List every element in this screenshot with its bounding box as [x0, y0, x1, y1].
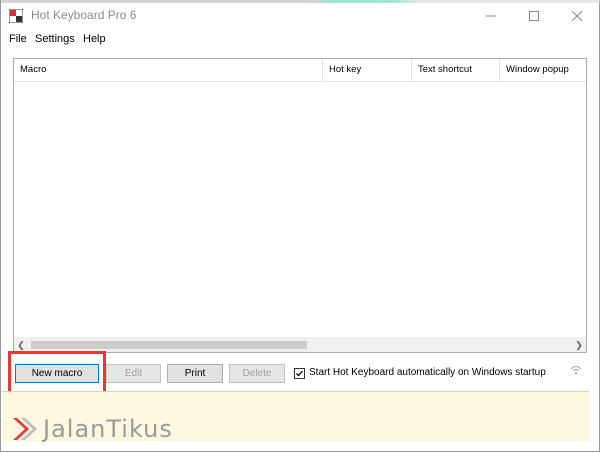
macro-list[interactable]: Macro Hot key Text shortcut Window popup… — [13, 58, 587, 353]
column-header-window-popup[interactable]: Window popup — [500, 59, 586, 81]
watermark: JalanTikus — [11, 413, 173, 445]
column-header-macro[interactable]: Macro — [14, 59, 323, 81]
menu-settings[interactable]: Settings — [35, 33, 75, 45]
print-label: Print — [184, 368, 206, 379]
horizontal-scrollbar[interactable]: ❮ ❯ — [14, 337, 586, 352]
delete-button[interactable]: Delete — [229, 364, 285, 383]
checkmark-icon — [296, 370, 303, 377]
edit-button[interactable]: Edit — [106, 364, 161, 383]
menu-help[interactable]: Help — [83, 33, 106, 45]
minimize-button[interactable] — [471, 0, 511, 32]
menu-file[interactable]: File — [9, 33, 27, 45]
wifi-icon — [570, 365, 582, 375]
title-bar[interactable]: Hot Keyboard Pro 6 — [1, 0, 599, 32]
edit-label: Edit — [124, 368, 143, 379]
minimize-icon — [486, 15, 496, 17]
startup-checkbox[interactable] — [294, 368, 305, 379]
startup-checkbox-label[interactable]: Start Hot Keyboard automatically on Wind… — [309, 367, 546, 378]
maximize-button[interactable] — [514, 0, 554, 32]
jalantikus-logo-icon — [13, 418, 37, 440]
highlight-annotation — [8, 351, 106, 394]
app-window: Hot Keyboard Pro 6 File Settings Help Ma… — [0, 0, 600, 452]
watermark-text: JalanTikus — [43, 415, 173, 443]
window-title: Hot Keyboard Pro 6 — [31, 8, 137, 22]
column-header-text-shortcut[interactable]: Text shortcut — [412, 59, 500, 81]
close-icon — [572, 11, 582, 21]
app-icon — [9, 9, 23, 23]
list-header: Macro Hot key Text shortcut Window popup — [14, 59, 586, 82]
column-header-hotkey[interactable]: Hot key — [323, 59, 412, 81]
scroll-right-icon[interactable]: ❯ — [572, 338, 586, 352]
print-button[interactable]: Print — [167, 364, 223, 383]
scroll-left-icon[interactable]: ❮ — [14, 338, 28, 352]
scroll-thumb[interactable] — [31, 341, 307, 349]
maximize-icon — [529, 11, 539, 21]
delete-label: Delete — [242, 368, 272, 379]
close-button[interactable] — [557, 0, 597, 32]
menu-bar: File Settings Help — [1, 31, 599, 49]
